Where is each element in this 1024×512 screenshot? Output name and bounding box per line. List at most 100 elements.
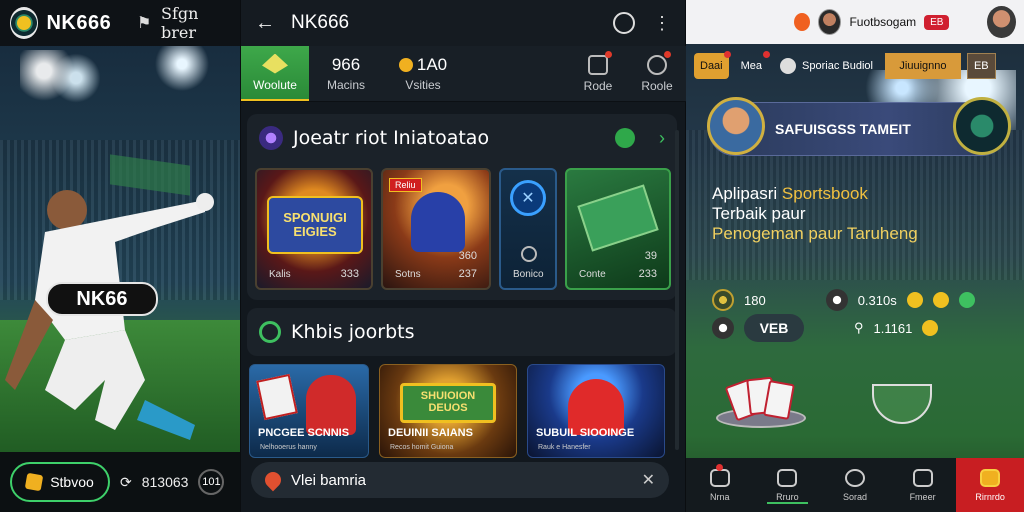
tab-daai[interactable]: Daai <box>694 51 731 79</box>
nav-item-fmeer[interactable]: Fmeer <box>889 458 957 512</box>
chevron-right-icon[interactable]: › <box>659 128 665 149</box>
search-icon[interactable]: ⚲ <box>854 320 864 336</box>
stat-code[interactable]: Rode <box>569 46 627 101</box>
brand-logo[interactable] <box>10 7 39 39</box>
headline-highlight: Sportsbook <box>781 184 868 203</box>
stat-role[interactable]: Roole <box>627 46 687 101</box>
tab-eb[interactable]: EB <box>966 53 996 79</box>
alert-dot <box>763 51 771 58</box>
box-icon <box>912 468 933 487</box>
stat-label: Macins <box>326 78 365 92</box>
back-arrow-icon[interactable]: ← <box>255 12 281 35</box>
card-number: 233 <box>638 268 657 280</box>
ring-icon <box>259 321 281 343</box>
nav-item-home[interactable]: Nrna <box>686 458 754 512</box>
chat-icon <box>709 468 730 487</box>
game-card[interactable]: 39 Conte 233 <box>565 168 671 290</box>
odds-row[interactable]: 180 0.310s <box>712 286 1012 314</box>
wallet-button[interactable]: Stbvoo <box>10 462 110 502</box>
headline-part: Aplipasri <box>712 184 782 203</box>
stat-home[interactable]: Woolute <box>241 46 309 101</box>
tab-label: Mea <box>740 60 763 72</box>
flag-icon[interactable]: ⚑ <box>135 13 153 33</box>
stat-matches[interactable]: 966 Macins <box>309 46 383 101</box>
tournament-title: SAFUISGSS TAMEIT <box>775 121 911 137</box>
card-subtitle: Recos homit Guiona <box>390 444 454 451</box>
card-title: DEUINII SAIANS <box>388 427 473 439</box>
tournament-banner[interactable]: SAFUISGSS TAMEIT <box>707 97 1011 156</box>
sports-section-header[interactable]: Khbis joorbts <box>247 308 677 356</box>
info-icon <box>521 246 537 262</box>
profile-avatar[interactable] <box>987 6 1016 38</box>
prize-basket-icon <box>872 384 932 424</box>
scrollbar[interactable] <box>675 130 679 450</box>
left-top-bar: NK666 ⚑ Sfgn brer <box>0 0 240 46</box>
avatar[interactable] <box>818 9 842 35</box>
more-icon[interactable]: ⋮ <box>653 13 671 34</box>
featured-cards: SPONUIGI EIGIES Kalis 333 Reliu 360 Sotn… <box>255 168 671 290</box>
card-subtitle: Nelhooerus hanny <box>260 444 317 451</box>
sport-card[interactable]: SHUIOION DEUOS DEUINII SAIANS Recos homi… <box>379 364 517 458</box>
bottom-input-bar[interactable]: Vlei bamria ✕ <box>251 462 669 498</box>
sign-label[interactable]: Sfgn brer <box>161 4 230 42</box>
favorite-icon[interactable] <box>613 12 635 34</box>
game-card[interactable]: SPONUIGI EIGIES Kalis 333 <box>255 168 373 290</box>
tab-label: Daai <box>700 60 723 72</box>
bell-icon <box>777 468 798 487</box>
nav-label: Fmeer <box>909 491 936 502</box>
card-title: PNCGEE SCNNIS <box>258 427 350 439</box>
game-card[interactable]: Reliu 360 Sotns 237 <box>381 168 491 290</box>
player-figure <box>306 375 356 435</box>
user-name: Fuotbsogam <box>849 15 917 29</box>
tab-mea[interactable]: Mea <box>735 51 771 79</box>
card-tag: Reliu <box>389 178 422 192</box>
home-icon <box>262 53 288 74</box>
sports-cards: PNCGEE SCNNIS Nelhooerus hanny SHUIOION … <box>249 364 665 458</box>
status-badge[interactable]: EB <box>924 14 950 30</box>
player-avatar <box>707 97 765 155</box>
nav-item-rruro[interactable]: Rruro <box>754 458 822 512</box>
odds-value: 180 <box>744 292 766 308</box>
stadium-lights <box>20 50 100 120</box>
planet-icon <box>259 126 283 150</box>
round-button[interactable]: 101 <box>198 469 225 495</box>
sport-card[interactable]: PNCGEE SCNNIS Nelhooerus hanny <box>249 364 369 458</box>
nav-label: Rirnrdo <box>975 491 1005 502</box>
card-number: 333 <box>340 268 359 280</box>
stat-label: Rode <box>583 78 613 93</box>
smile-icon[interactable] <box>615 128 635 148</box>
odds-box: VEB <box>744 314 804 342</box>
sport-card[interactable]: SUBUIL SIOOINGE Rauk e Hanesfer <box>527 364 665 458</box>
stat-label: Roole <box>641 78 673 93</box>
tab-sports[interactable]: Sporiac Budiol <box>774 53 879 79</box>
ball-icon <box>825 289 848 311</box>
tab-featured[interactable]: Jiuuignno <box>884 53 961 79</box>
close-icon[interactable]: ✕ <box>642 470 655 490</box>
card-number-top: 360 <box>458 250 477 262</box>
smile-icon <box>932 292 949 308</box>
playing-cards-icon <box>256 373 298 421</box>
notification-icon[interactable] <box>794 13 811 31</box>
nav-item-active[interactable]: Rirnrdo <box>956 458 1024 512</box>
stat-value: 1A0 <box>399 55 447 75</box>
card-art-title: SPONUIGI EIGIES <box>267 196 363 254</box>
brand-name: NK666 <box>46 11 112 34</box>
card-art-title: SHUIOION DEUOS <box>400 383 496 423</box>
tab-label: EB <box>973 60 989 72</box>
refresh-icon[interactable]: ⟳ <box>120 474 132 491</box>
stat-visitors[interactable]: 1A0 Vsities <box>383 46 463 101</box>
nav-item-sorad[interactable]: Sorad <box>821 458 889 512</box>
card-number-top: 39 <box>644 250 657 262</box>
balance-value: 813063 <box>141 474 189 490</box>
left-bottom-bar: Stbvoo ⟳ 813063 101 <box>0 452 240 512</box>
coin-icon <box>712 289 734 311</box>
odds-row[interactable]: VEB ⚲ 1.1161 <box>712 314 1012 342</box>
wallet-label: Stbvoo <box>50 474 94 490</box>
right-tabs: Daai Mea Sporiac Budiol Jiuuignno EB <box>686 50 1024 82</box>
trophy-icon <box>922 320 939 336</box>
nk-badge: NK66 <box>46 282 158 316</box>
headline-line: Terbaik paur <box>712 204 806 223</box>
thumb-icon <box>906 292 923 308</box>
game-card[interactable]: ✕ Bonico <box>499 168 557 290</box>
team-logo <box>953 97 1011 155</box>
